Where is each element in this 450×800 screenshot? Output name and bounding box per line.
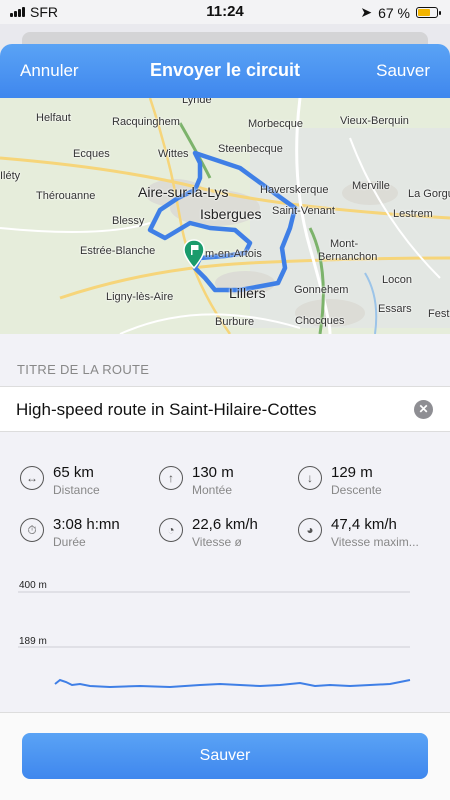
stat-label: Vitesse maxim... [331, 535, 419, 549]
map-label: Iléty [0, 170, 21, 182]
stat-label: Vitesse ø [192, 535, 242, 549]
map-label: Gonnehem [294, 284, 349, 296]
map-label: Ligny-lès-Aire [106, 291, 174, 303]
stat-label: Descente [331, 483, 382, 497]
distance-icon: ↔ [20, 466, 44, 490]
map-label: Ecques [73, 148, 110, 160]
elevation-line [54, 678, 411, 689]
battery-icon [416, 7, 441, 18]
map-label: La Gorgu [408, 188, 450, 200]
stat-value: 3:08 h:mn [53, 516, 120, 533]
avg-speed-icon: ◔ [159, 518, 183, 542]
max-speed-icon: ◕ [298, 518, 322, 542]
stat-value: 130 m [192, 464, 234, 481]
map-label: Haverskerque [260, 184, 329, 196]
section-header: TITRE DE LA ROUTE [0, 334, 450, 386]
status-right: ➤ 67 % [360, 4, 441, 21]
stat-duration: ⏱ 3:08 h:mn Durée [20, 516, 160, 556]
elevation-chart: 400 m 189 m [0, 572, 450, 706]
nav-bar: Annuler Envoyer le circuit Sauver [0, 44, 450, 98]
map-label: Wittes [158, 148, 189, 160]
stat-descent: ↓ 129 m Descente [298, 464, 438, 504]
map-label: Lillers [229, 285, 266, 301]
stat-value: 22,6 km/h [192, 516, 258, 533]
stat-value: 65 km [53, 464, 94, 481]
stat-label: Montée [192, 483, 233, 497]
map-label: Chocques [295, 315, 345, 327]
map-label: Fest [428, 308, 450, 320]
stat-ascent: ↑ 130 m Montée [159, 464, 299, 504]
stat-label: Distance [53, 483, 100, 497]
stat-value: 47,4 km/h [331, 516, 397, 533]
bottom-bar: Sauver [0, 712, 450, 800]
map-label: Essars [378, 303, 412, 315]
save-nav-button[interactable]: Sauver [376, 61, 430, 81]
map-label: Bernanchon [318, 251, 378, 263]
duration-icon: ⏱ [20, 518, 44, 542]
route-title-header: TITRE DE LA ROUTE [17, 362, 150, 377]
map-label: Lestrem [393, 208, 433, 220]
save-button[interactable]: Sauver [22, 733, 428, 779]
map-label: Vieux-Berquin [340, 115, 409, 127]
map-label: Steenbecque [218, 143, 283, 155]
start-pin-icon[interactable] [183, 239, 205, 269]
route-map[interactable]: Lynde Helfaut Racquinghem Morbecque Vieu… [0, 98, 450, 334]
descent-icon: ↓ [298, 466, 322, 490]
map-label: Blessy [112, 215, 145, 227]
location-arrow-icon: ➤ [360, 4, 373, 20]
map-label: Mont- [330, 238, 359, 250]
stat-distance: ↔ 65 km Distance [20, 464, 160, 504]
map-label: Saint-Venant [272, 205, 335, 217]
map-label: Locon [382, 274, 412, 286]
map-label: Burbure [215, 316, 255, 328]
map-label: m-en-Artois [205, 248, 262, 260]
stat-avg-speed: ◔ 22,6 km/h Vitesse ø [159, 516, 299, 556]
stat-label: Durée [53, 535, 86, 549]
map-label: Lynde [182, 98, 212, 106]
map-label: Racquinghem [112, 116, 180, 128]
clear-icon[interactable]: ✕ [414, 400, 433, 419]
map-label: Thérouanne [36, 190, 96, 202]
map-label: Morbecque [248, 118, 304, 130]
map-label: Helfaut [36, 112, 71, 124]
elevation-plot [18, 591, 411, 689]
route-title-row[interactable]: High-speed route in Saint-Hilaire-Cottes… [0, 386, 450, 432]
stat-value: 129 m [331, 464, 373, 481]
map-label: Aire-sur-la-Lys [138, 184, 229, 200]
map-label: Merville [352, 180, 390, 192]
map-label: Estrée-Blanche [80, 245, 156, 257]
stat-max-speed: ◕ 47,4 km/h Vitesse maxim... [298, 516, 438, 556]
status-bar: SFR 11:24 ➤ 67 % [0, 0, 450, 24]
battery-percent: 67 % [378, 4, 410, 21]
ascent-icon: ↑ [159, 466, 183, 490]
route-title-input[interactable]: High-speed route in Saint-Hilaire-Cottes [16, 400, 316, 420]
map-label: Isbergues [200, 206, 262, 222]
